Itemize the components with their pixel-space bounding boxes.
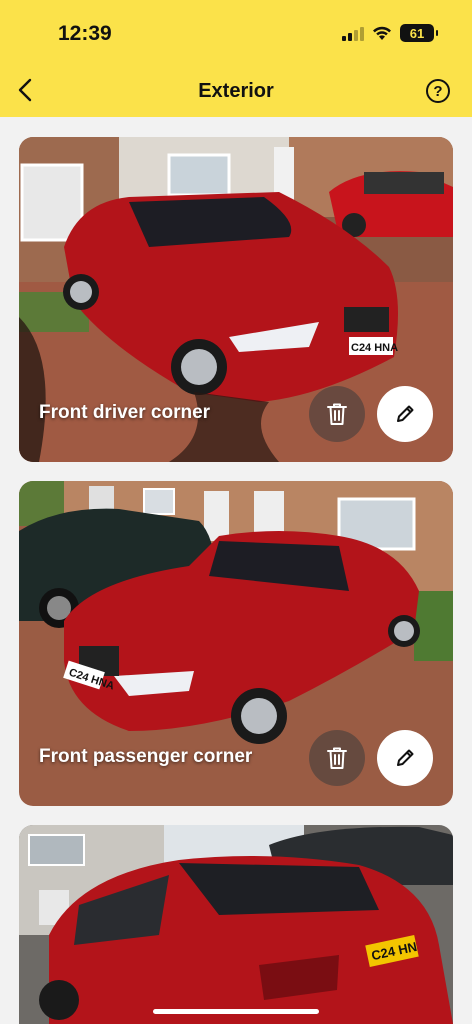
signal-icon	[342, 25, 364, 41]
header: 12:39 61 Exterior ?	[0, 0, 472, 117]
pencil-icon	[397, 749, 414, 766]
trash-icon	[327, 747, 347, 769]
wifi-icon	[373, 26, 391, 40]
status-time: 12:39	[58, 22, 112, 45]
number-plate: C24 HNA	[351, 342, 398, 354]
car-photo: C24 HN	[19, 825, 453, 1024]
card-label: Front passenger corner	[39, 746, 253, 767]
help-button[interactable]: ?	[426, 79, 450, 103]
photo-card-front-driver[interactable]: C24 HNA Front driver corner	[19, 137, 453, 462]
home-indicator[interactable]	[153, 1009, 319, 1014]
edit-button[interactable]	[377, 730, 433, 786]
card-label: Front driver corner	[39, 402, 211, 423]
page-title: Exterior	[198, 80, 274, 102]
delete-button[interactable]	[309, 730, 365, 786]
edit-button[interactable]	[377, 386, 433, 442]
battery-icon: 61	[400, 24, 438, 42]
pencil-icon	[397, 405, 414, 422]
status-icons: 61	[342, 24, 438, 42]
delete-button[interactable]	[309, 386, 365, 442]
photo-card-rear[interactable]: C24 HN	[19, 825, 453, 1024]
photo-card-front-passenger[interactable]: C24 HNA Front passenger corner	[19, 481, 453, 806]
trash-icon	[327, 403, 347, 425]
